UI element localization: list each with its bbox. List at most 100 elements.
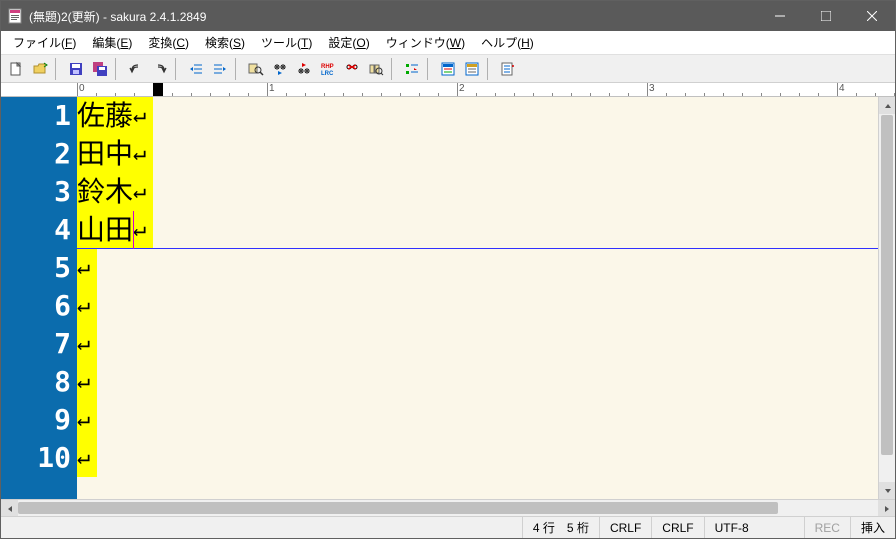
toolbar-separator: [55, 58, 61, 80]
indent-right-button[interactable]: [209, 58, 231, 80]
vertical-scroll-thumb[interactable]: [881, 115, 893, 455]
crlf-icon: ↵: [77, 287, 97, 325]
status-position: 4 行 5 桁: [522, 517, 599, 538]
find-prev-button[interactable]: [293, 58, 315, 80]
line-number: 2: [1, 135, 71, 173]
crlf-icon: ↵: [77, 363, 97, 401]
scroll-down-button[interactable]: [879, 482, 895, 499]
titlebar: (無題)2(更新) - sakura 2.4.1.2849: [1, 1, 895, 31]
line-text: 佐藤: [77, 97, 133, 135]
editor-area: 12345678910 佐藤↵田中↵鈴木↵山田↵↵↵↵↵↵↵: [1, 97, 895, 499]
text-caret: [133, 211, 134, 249]
scroll-right-button[interactable]: [878, 500, 895, 517]
line-number: 5: [1, 249, 71, 287]
current-line-indicator: [77, 248, 878, 249]
ruler: 01234: [1, 83, 895, 97]
horizontal-scroll-thumb[interactable]: [18, 502, 778, 514]
minimize-button[interactable]: [757, 1, 803, 31]
text-line[interactable]: 佐藤↵: [77, 97, 878, 135]
open-file-button[interactable]: [29, 58, 51, 80]
line-text: 山田: [77, 211, 133, 249]
text-line[interactable]: ↵: [77, 287, 878, 325]
crlf-icon: ↵: [77, 401, 97, 439]
toolbar-separator: [235, 58, 241, 80]
statusbar: 4 行 5 桁 CRLF CRLF UTF-8 REC 挿入: [1, 516, 895, 538]
toolbar-separator: [487, 58, 493, 80]
menu-tools[interactable]: ツール(T): [253, 32, 320, 53]
text-line[interactable]: ↵: [77, 249, 878, 287]
horizontal-scroll-track[interactable]: [18, 500, 878, 516]
crlf-icon: ↵: [133, 173, 153, 211]
svg-text:LRC: LRC: [321, 71, 334, 77]
status-eol-line: CRLF: [651, 517, 703, 538]
toolbar-separator: [115, 58, 121, 80]
replace-button[interactable]: RHPLRC: [317, 58, 339, 80]
menu-help[interactable]: ヘルプ(H): [473, 32, 542, 53]
redo-button[interactable]: [149, 58, 171, 80]
find-next-button[interactable]: [269, 58, 291, 80]
line-number: 7: [1, 325, 71, 363]
grep-button[interactable]: [365, 58, 387, 80]
line-gutter: 12345678910: [1, 97, 77, 499]
app-window: (無題)2(更新) - sakura 2.4.1.2849 ファイル(F) 編集…: [0, 0, 896, 539]
line-text: 田中: [77, 135, 133, 173]
crlf-icon: ↵: [133, 97, 153, 135]
horizontal-scrollbar[interactable]: [1, 499, 895, 516]
menu-window[interactable]: ウィンドウ(W): [378, 32, 473, 53]
toolbar-separator: [175, 58, 181, 80]
line-number: 3: [1, 173, 71, 211]
indent-left-button[interactable]: [185, 58, 207, 80]
type-settings-button[interactable]: [437, 58, 459, 80]
line-text: 鈴木: [77, 173, 133, 211]
app-icon: [7, 8, 23, 24]
save-all-button[interactable]: [89, 58, 111, 80]
text-line[interactable]: 鈴木↵: [77, 173, 878, 211]
status-eol-file: CRLF: [599, 517, 651, 538]
menu-search[interactable]: 検索(S): [197, 32, 253, 53]
outline-button[interactable]: [401, 58, 423, 80]
crlf-icon: ↵: [77, 249, 97, 287]
window-title: (無題)2(更新) - sakura 2.4.1.2849: [29, 8, 757, 25]
line-number: 8: [1, 363, 71, 401]
text-area[interactable]: 佐藤↵田中↵鈴木↵山田↵↵↵↵↵↵↵: [77, 97, 878, 499]
menu-edit[interactable]: 編集(E): [84, 32, 140, 53]
common-settings-button[interactable]: [461, 58, 483, 80]
line-number: 10: [1, 439, 71, 477]
crlf-icon: ↵: [77, 439, 97, 477]
toolbar-separator: [427, 58, 433, 80]
text-line[interactable]: ↵: [77, 363, 878, 401]
menu-convert[interactable]: 変換(C): [140, 32, 197, 53]
status-insert-mode: 挿入: [850, 517, 895, 538]
settings-list-button[interactable]: [497, 58, 519, 80]
scroll-up-button[interactable]: [879, 97, 895, 114]
maximize-button[interactable]: [803, 1, 849, 31]
svg-text:RHP: RHP: [321, 64, 334, 70]
text-line[interactable]: 田中↵: [77, 135, 878, 173]
toolbar: RHPLRC: [1, 55, 895, 83]
menu-settings[interactable]: 設定(O): [320, 32, 377, 53]
crlf-icon: ↵: [77, 325, 97, 363]
line-number: 4: [1, 211, 71, 249]
line-number: 9: [1, 401, 71, 439]
find-button[interactable]: [245, 58, 267, 80]
text-line[interactable]: ↵: [77, 439, 878, 477]
text-line[interactable]: ↵: [77, 325, 878, 363]
status-encoding: UTF-8: [704, 517, 804, 538]
crlf-icon: ↵: [133, 135, 153, 173]
undo-button[interactable]: [125, 58, 147, 80]
crlf-icon: ↵: [133, 211, 153, 249]
scroll-left-button[interactable]: [1, 500, 18, 517]
toolbar-separator: [391, 58, 397, 80]
text-line[interactable]: 山田↵: [77, 211, 878, 249]
menu-file[interactable]: ファイル(F): [5, 32, 84, 53]
status-rec: REC: [804, 517, 850, 538]
save-button[interactable]: [65, 58, 87, 80]
text-line[interactable]: ↵: [77, 401, 878, 439]
vertical-scrollbar[interactable]: [878, 97, 895, 499]
menubar: ファイル(F) 編集(E) 変換(C) 検索(S) ツール(T) 設定(O) ウ…: [1, 31, 895, 55]
close-button[interactable]: [849, 1, 895, 31]
line-number: 1: [1, 97, 71, 135]
window-controls: [757, 1, 895, 31]
find-mark-button[interactable]: [341, 58, 363, 80]
new-file-button[interactable]: [5, 58, 27, 80]
